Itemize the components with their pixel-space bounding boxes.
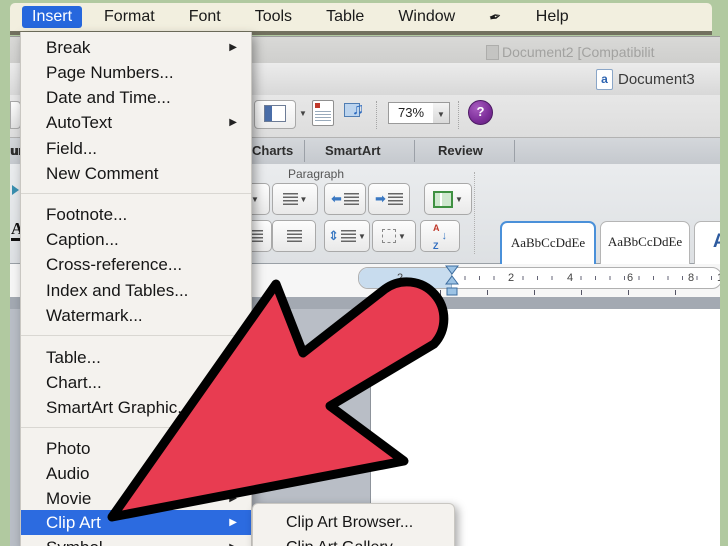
menu-item-photo[interactable]: Photo [21,436,251,461]
window-title: Document3 [618,71,695,88]
tab-smartart[interactable]: SmartArt [325,138,381,164]
menu-item-caption[interactable]: Caption... [21,227,251,252]
menu-item-watermark[interactable]: Watermark... [21,303,251,328]
insert-menu: Break ▶ Page Numbers... Date and Time... … [20,32,252,546]
media-browser-button[interactable]: ♫ [344,101,368,123]
background-document-icon [486,45,499,60]
help-button[interactable]: ? [468,100,493,125]
horizontal-ruler[interactable]: 2 2 4 6 8 1 [358,267,720,289]
menu-item-page-numbers[interactable]: Page Numbers... [21,60,251,85]
menubar-insert[interactable]: Insert [22,6,83,28]
music-note-icon: ♫ [352,101,364,118]
screenshot-canvas: Document2 [Compatibilit a Document3 ▼ ♫ … [0,0,728,546]
sidebar-icon [264,105,286,122]
submenu-arrow-icon: ▶ [229,42,237,53]
submenu-item-clip-art-browser[interactable]: Clip Art Browser... [253,510,454,535]
menu-separator [21,335,251,336]
style-sample: Aa [695,231,720,253]
line-spacing-button[interactable]: ⇕ ▼ [324,220,370,252]
menu-item-new-comment[interactable]: New Comment [21,161,251,186]
tab-charts[interactable]: Charts [252,138,293,164]
toolbar-separator [376,101,377,129]
sidebar-dropdown-icon[interactable]: ▼ [299,109,307,118]
background-window-title: Document2 [Compatibilit [502,44,655,60]
numbered-list-button[interactable]: ▼ [272,183,318,215]
script-icon[interactable]: ✒ [477,2,514,32]
menubar-format[interactable]: Format [94,6,165,28]
submenu-arrow-icon: ▶ [229,493,237,504]
group-label: Paragraph [287,167,345,181]
style-sample: AaBbCcDdEe [510,235,586,250]
menu-item-audio[interactable]: Audio [21,461,251,486]
document-icon: a [596,69,613,90]
toolbar-separator [458,101,459,129]
menu-separator [21,193,251,194]
menubar-font[interactable]: Font [179,6,231,28]
decrease-indent-button[interactable]: ⬅ [324,183,366,215]
submenu-arrow-icon: ▶ [229,117,237,128]
triangle-icon-fragment [12,185,19,195]
line-spacing-icon: ⇕ [328,228,339,243]
document-elements-button[interactable] [312,100,334,126]
menu-item-smartart-graphic[interactable]: SmartArt Graphic... [21,395,251,420]
borders-icon [382,229,397,243]
numbered-list-icon [282,193,298,205]
sort-button[interactable]: AZ ↓ [420,220,460,252]
zoom-level-field[interactable]: 73% [388,102,434,124]
indent-icon: ➡ [375,191,386,206]
menu-item-chart[interactable]: Chart... [21,370,251,395]
columns-button[interactable]: ▼ [424,183,472,215]
columns-icon [433,190,454,208]
sidebar-toggle-button[interactable] [254,100,296,129]
ribbon-separator [474,172,475,254]
justify-button[interactable] [272,220,316,252]
outdent-icon: ⬅ [331,191,342,206]
menu-item-cross-reference[interactable]: Cross-reference... [21,252,251,277]
submenu-arrow-icon: ▶ [229,517,237,528]
menubar-table[interactable]: Table [316,6,374,28]
menu-item-clip-art[interactable]: Clip Art ▶ [21,510,251,535]
tab-review[interactable]: Review [438,138,483,164]
menubar-tools[interactable]: Tools [245,6,302,28]
menu-item-field[interactable]: Field... [21,136,251,161]
menu-item-footnote[interactable]: Footnote... [21,202,251,227]
menu-separator [21,427,251,428]
menu-item-symbol[interactable]: Symbol▶ [21,535,251,546]
clip-art-submenu: Clip Art Browser... Clip Art Gallery [252,503,455,546]
menu-item-date-and-time[interactable]: Date and Time... [21,85,251,110]
submenu-arrow-icon: ▶ [229,542,237,546]
menu-item-table[interactable]: Table... [21,345,251,370]
increase-indent-button[interactable]: ➡ [368,183,410,215]
borders-button[interactable]: ▼ [372,220,416,252]
menu-item-autotext[interactable]: AutoText ▶ [21,110,251,135]
menu-item-index-and-tables[interactable]: Index and Tables... [21,278,251,303]
zoom-dropdown-button[interactable]: ▼ [433,102,450,124]
submenu-item-clip-art-gallery[interactable]: Clip Art Gallery [253,535,454,546]
menubar-window[interactable]: Window [388,6,465,28]
menubar-help[interactable]: Help [526,6,579,28]
chevron-down-icon: ▼ [437,110,445,119]
menu-item-break[interactable]: Break ▶ [21,35,251,60]
sort-icon: AZ [433,223,440,251]
mac-menubar: Insert Format Font Tools Table Window ✒ … [10,3,712,31]
style-sample: AaBbCcDdEe [607,234,683,249]
ruler-margin-area: 2 [359,268,452,288]
menu-item-movie[interactable]: Movie ▶ [21,486,251,511]
